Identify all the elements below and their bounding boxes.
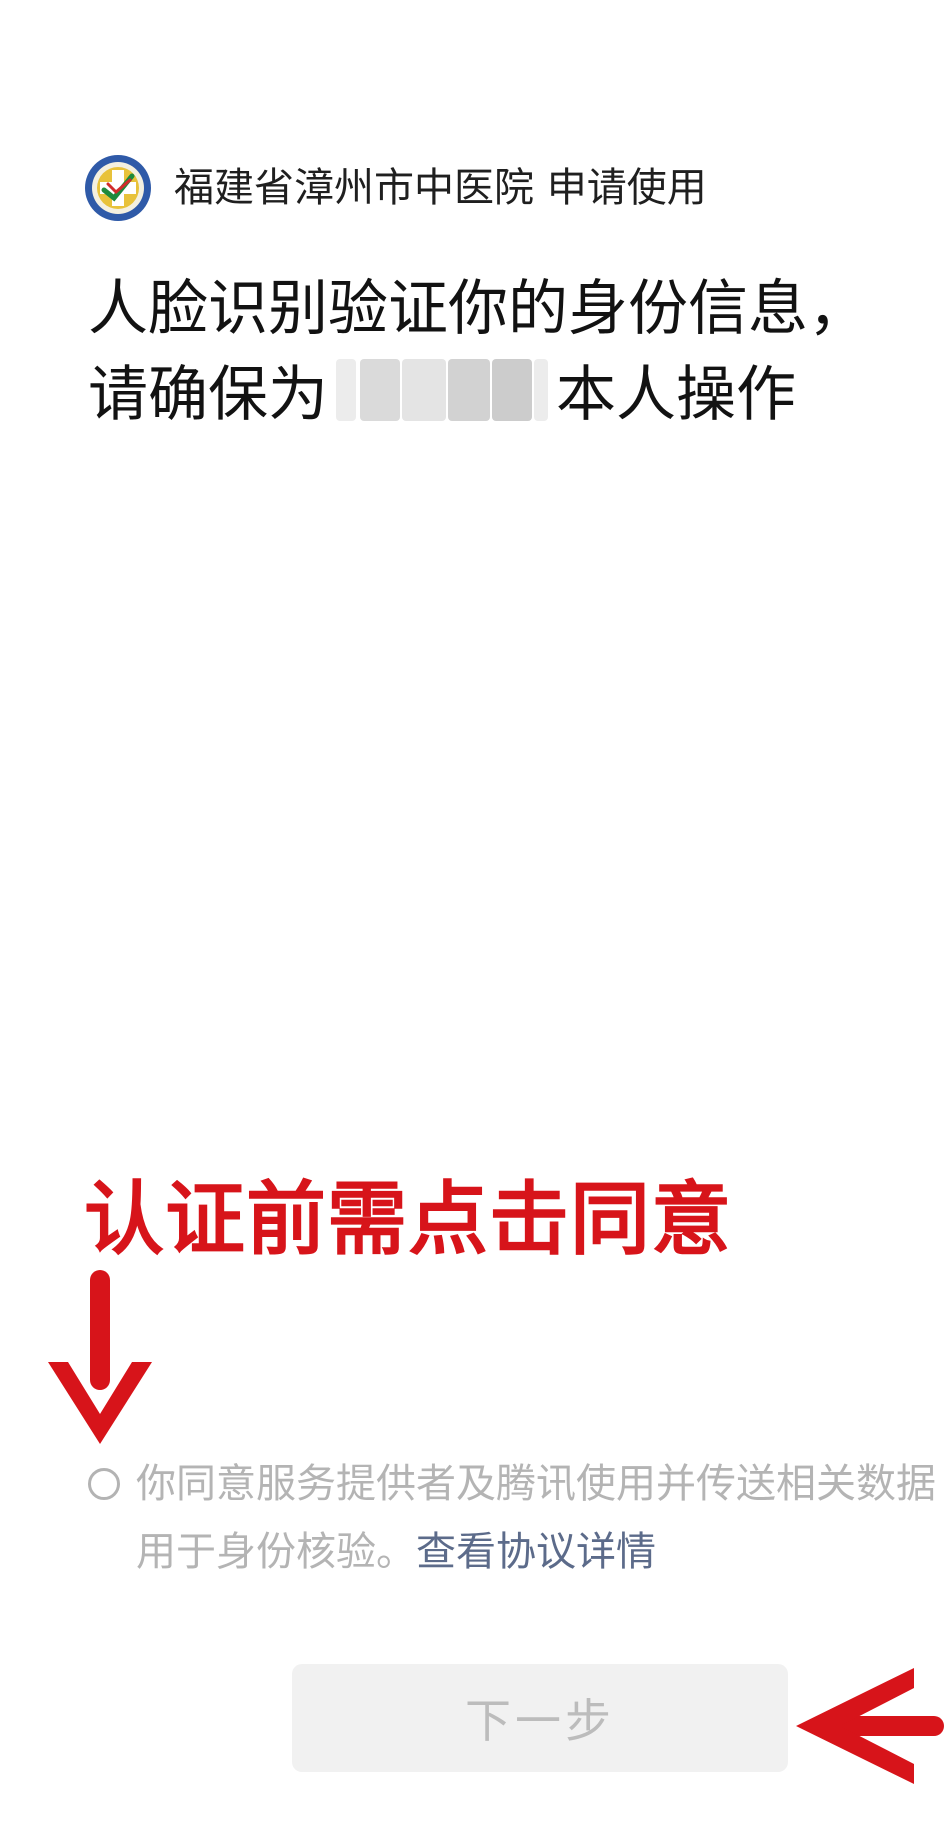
arrow-left-icon (790, 1660, 944, 1790)
annotation-text: 认证前需点击同意 (84, 1173, 732, 1266)
agreement-text-line-1: 你同意服务提供者及腾讯使用并传送相关数据 (136, 1461, 936, 1507)
page-title: 人脸识别验证你的身份信息， 请确保为 本人操作 (88, 266, 928, 438)
app-name: 福建省漳州市中医院 申请使用 (174, 165, 707, 211)
title-line-2-prefix: 请确保为 (88, 360, 328, 430)
agreement-text-line-2-body: 用于身份核验。 (136, 1529, 416, 1575)
next-step-button[interactable]: 下一步 (292, 1664, 788, 1772)
title-line-2: 请确保为 本人操作 (88, 352, 928, 438)
view-agreement-link[interactable]: 查看协议详情 (416, 1529, 656, 1575)
masked-name (336, 359, 548, 422)
title-line-2-suffix: 本人操作 (556, 360, 796, 430)
title-line-1: 人脸识别验证你的身份信息， (88, 274, 868, 344)
hospital-logo-icon (84, 154, 152, 222)
arrow-down-icon (40, 1268, 160, 1448)
agreement-text-line-2: 用于身份核验。查看协议详情 (136, 1524, 656, 1580)
agree-radio-button[interactable] (88, 1468, 120, 1500)
